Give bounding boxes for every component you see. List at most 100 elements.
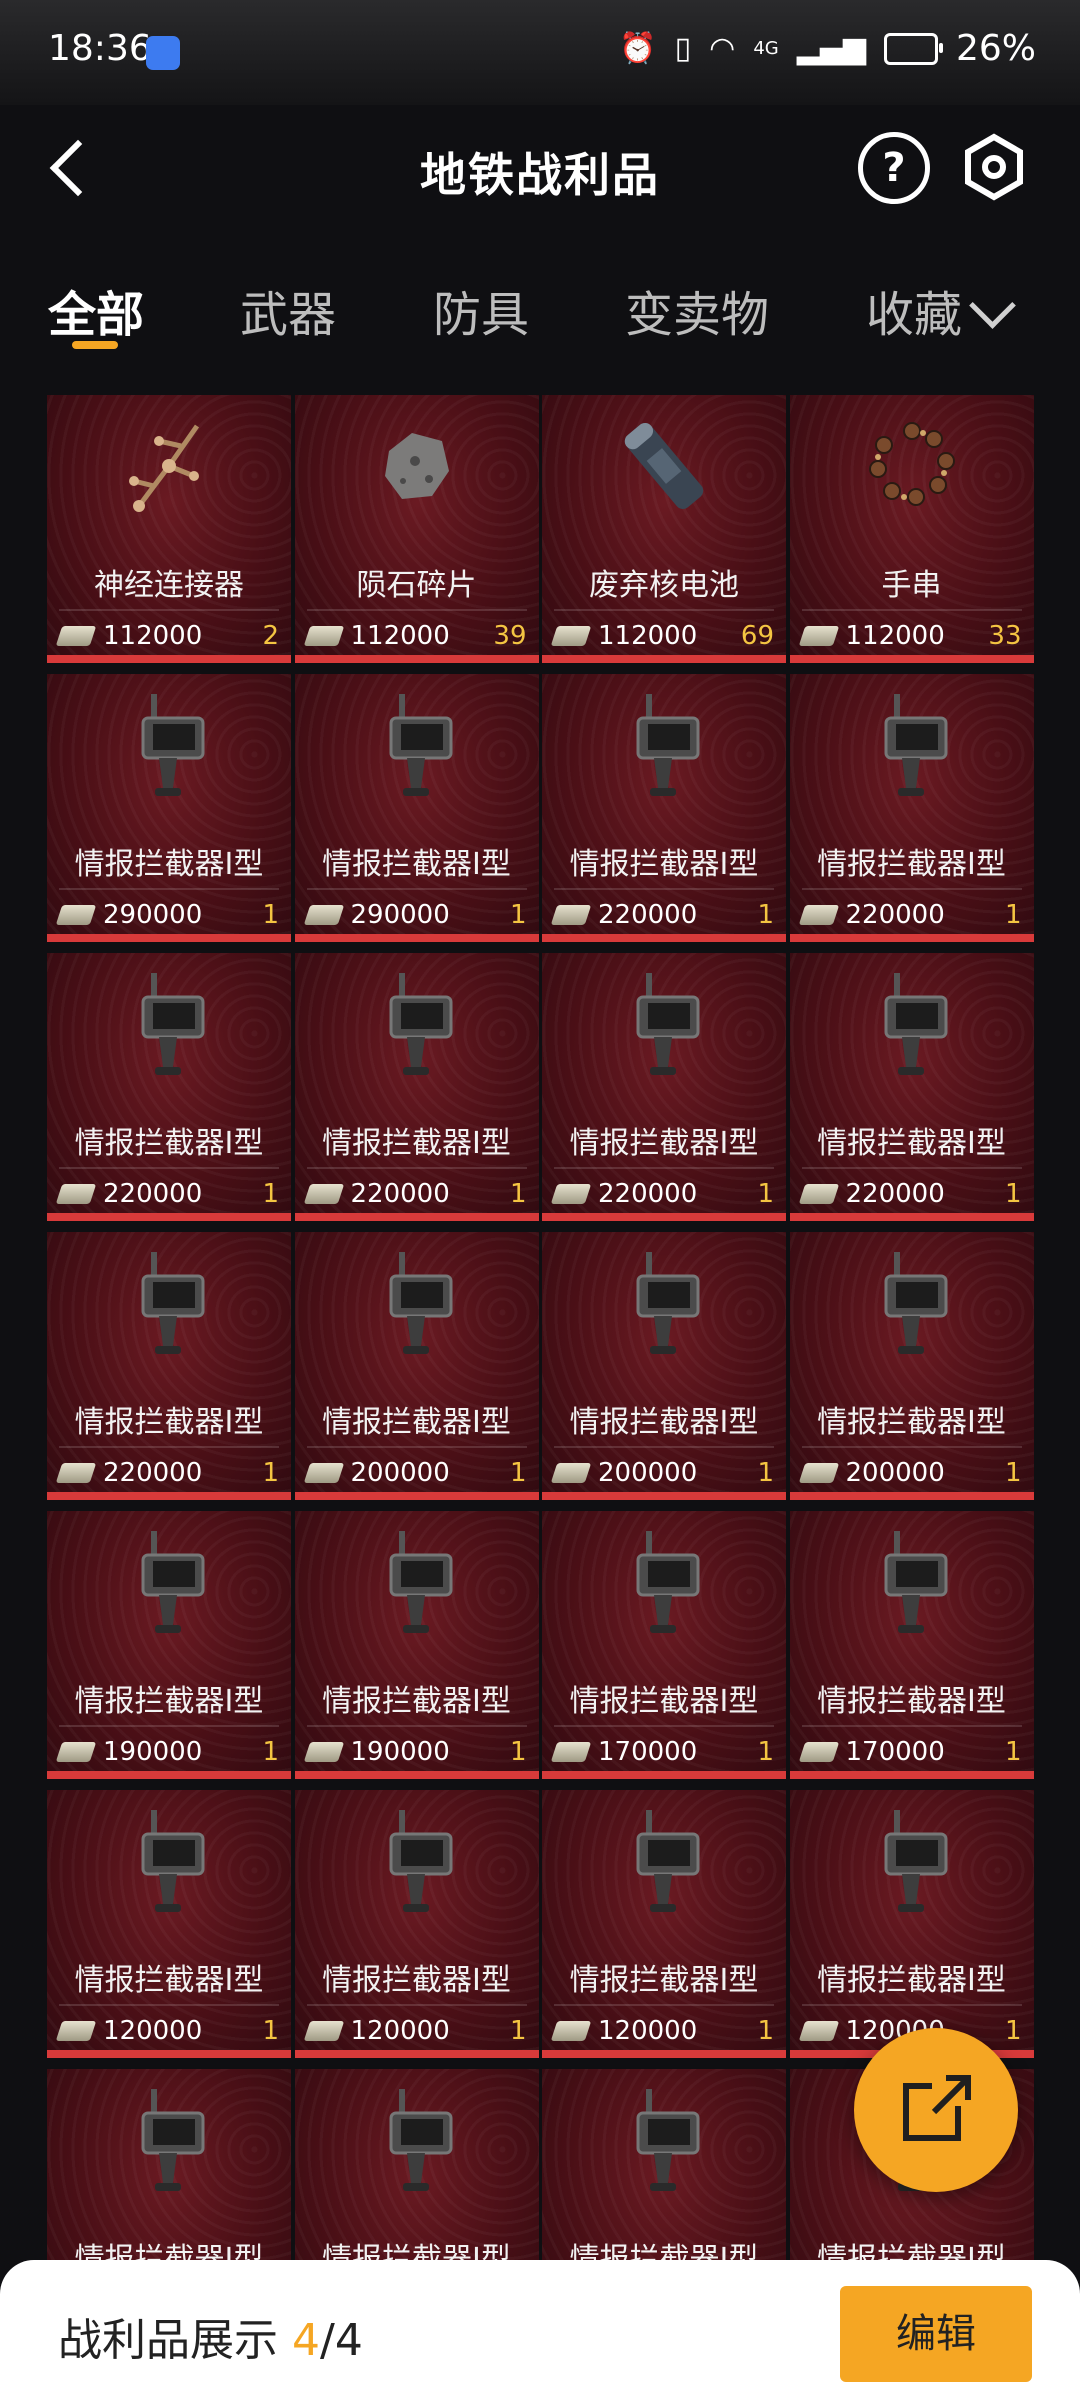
item-count: 1 — [757, 1458, 774, 1488]
item-price: 200000 — [845, 1458, 945, 1488]
loot-item-card[interactable]: 情报拦截器I型 220000 1 — [789, 953, 1034, 1221]
rarity-bar — [294, 934, 539, 942]
item-price: 200000 — [350, 1458, 450, 1488]
item-price: 220000 — [845, 900, 945, 930]
rarity-bar — [789, 1771, 1034, 1779]
price-row: 290000 1 — [303, 898, 527, 930]
item-name: 情报拦截器I型 — [569, 1126, 759, 1161]
money-icon — [550, 2021, 592, 2041]
card-divider — [59, 1446, 279, 1448]
price-row: 220000 1 — [798, 1177, 1022, 1209]
loot-item-card[interactable]: 情报拦截器I型 190000 1 — [47, 1511, 291, 1779]
chevron-down-icon[interactable] — [969, 282, 1016, 329]
tab-sellables[interactable]: 变卖物 — [625, 275, 769, 345]
rarity-bar — [47, 1492, 291, 1500]
item-name: 情报拦截器I型 — [569, 1963, 759, 1998]
intel-interceptor-icon — [367, 2085, 467, 2195]
item-name: 情报拦截器I型 — [322, 1963, 511, 1998]
item-name: 情报拦截器I型 — [322, 1405, 511, 1440]
price-row: 120000 1 — [55, 2014, 279, 2046]
item-name: 废弃核电池 — [589, 568, 739, 603]
loot-item-card[interactable]: 废弃核电池 112000 69 — [542, 395, 786, 663]
loot-item-card[interactable]: 情报拦截器I型 220000 1 — [789, 674, 1034, 942]
price-row: 170000 1 — [798, 1735, 1022, 1767]
loot-item-card[interactable]: 神经连接器 112000 2 — [47, 395, 291, 663]
tab-favorites[interactable]: 收藏 — [866, 275, 962, 345]
help-button[interactable]: ? — [858, 132, 930, 204]
card-divider — [306, 2004, 527, 2006]
loot-item-card[interactable]: 情报拦截器I型 200000 1 — [294, 1232, 539, 1500]
item-name: 情报拦截器I型 — [817, 1126, 1006, 1161]
item-count: 1 — [509, 2016, 527, 2046]
price-row: 112000 69 — [550, 619, 774, 651]
card-divider — [59, 609, 279, 611]
meteorite-fragment-icon — [367, 411, 467, 521]
item-name: 情报拦截器I型 — [817, 1684, 1006, 1719]
rarity-bar — [789, 655, 1034, 663]
loot-item-card[interactable]: 情报拦截器I型 200000 1 — [789, 1232, 1034, 1500]
loot-item-card[interactable]: 情报拦截器I型 220000 1 — [542, 953, 786, 1221]
price-row: 200000 1 — [303, 1456, 527, 1488]
item-name: 情报拦截器I型 — [74, 1405, 264, 1440]
loot-item-card[interactable]: 情报拦截器I型 170000 1 — [789, 1511, 1034, 1779]
card-divider — [554, 1167, 774, 1169]
card-divider — [306, 888, 527, 890]
money-icon — [55, 626, 97, 646]
price-row: 170000 1 — [550, 1735, 774, 1767]
intel-interceptor-icon — [614, 1806, 714, 1916]
item-price: 112000 — [103, 621, 203, 651]
card-divider — [801, 1446, 1022, 1448]
item-count: 1 — [262, 1458, 279, 1488]
loot-item-card[interactable]: 情报拦截器I型 120000 1 — [789, 1790, 1034, 2058]
tab-all[interactable]: 全部 — [48, 275, 144, 345]
card-divider — [306, 1446, 527, 1448]
loot-item-card[interactable]: 陨石碎片 112000 39 — [294, 395, 539, 663]
tab-armor[interactable]: 防具 — [433, 275, 529, 345]
edit-button[interactable]: 编辑 — [840, 2286, 1032, 2382]
tab-weapons[interactable]: 武器 — [240, 275, 336, 345]
item-price: 200000 — [598, 1458, 698, 1488]
item-price: 120000 — [350, 2016, 450, 2046]
item-name: 情报拦截器I型 — [74, 1684, 264, 1719]
loot-item-card[interactable]: 情报拦截器I型 220000 1 — [294, 953, 539, 1221]
money-icon — [55, 1463, 97, 1483]
intel-interceptor-icon — [614, 2085, 714, 2195]
loot-item-card[interactable]: 情报拦截器I型 120000 1 — [294, 1790, 539, 2058]
rarity-bar — [294, 2050, 539, 2058]
loot-item-card[interactable]: 情报拦截器I型 170000 1 — [542, 1511, 786, 1779]
intel-interceptor-icon — [119, 969, 219, 1079]
loot-item-card[interactable]: 情报拦截器I型 120000 1 — [542, 1790, 786, 2058]
rarity-bar — [542, 1771, 786, 1779]
item-price: 170000 — [598, 1737, 698, 1767]
loot-item-card[interactable]: 情报拦截器I型 120000 1 — [47, 1790, 291, 2058]
item-price: 170000 — [845, 1737, 945, 1767]
item-price: 220000 — [103, 1458, 203, 1488]
money-icon — [303, 2021, 344, 2041]
loot-item-card[interactable]: 手串 112000 33 — [789, 395, 1034, 663]
card-divider — [554, 2004, 774, 2006]
card-divider — [801, 2004, 1022, 2006]
price-row: 190000 1 — [303, 1735, 527, 1767]
loot-item-card[interactable]: 情报拦截器I型 220000 1 — [47, 953, 291, 1221]
item-count: 1 — [509, 1458, 527, 1488]
loot-item-card[interactable]: 情报拦截器I型 290000 1 — [47, 674, 291, 942]
money-icon — [550, 1463, 592, 1483]
loot-item-card[interactable]: 情报拦截器I型 200000 1 — [542, 1232, 786, 1500]
share-button[interactable] — [854, 2028, 1018, 2192]
item-count: 1 — [757, 1737, 774, 1767]
card-divider — [306, 1725, 527, 1727]
rarity-bar — [542, 934, 786, 942]
vibrate-icon: ▯ — [674, 31, 692, 66]
loot-item-card[interactable]: 情报拦截器I型 190000 1 — [294, 1511, 539, 1779]
loot-item-card[interactable]: 情报拦截器I型 220000 1 — [47, 1232, 291, 1500]
nuclear-battery-icon — [614, 411, 714, 521]
loot-display-separator: / — [320, 2315, 335, 2366]
rarity-bar — [294, 655, 539, 663]
loot-item-card[interactable]: 情报拦截器I型 220000 1 — [542, 674, 786, 942]
settings-button[interactable] — [958, 131, 1030, 203]
money-icon — [55, 1184, 97, 1204]
item-name: 情报拦截器I型 — [569, 1684, 759, 1719]
price-row: 112000 39 — [303, 619, 527, 651]
loot-item-card[interactable]: 情报拦截器I型 290000 1 — [294, 674, 539, 942]
price-row: 200000 1 — [550, 1456, 774, 1488]
